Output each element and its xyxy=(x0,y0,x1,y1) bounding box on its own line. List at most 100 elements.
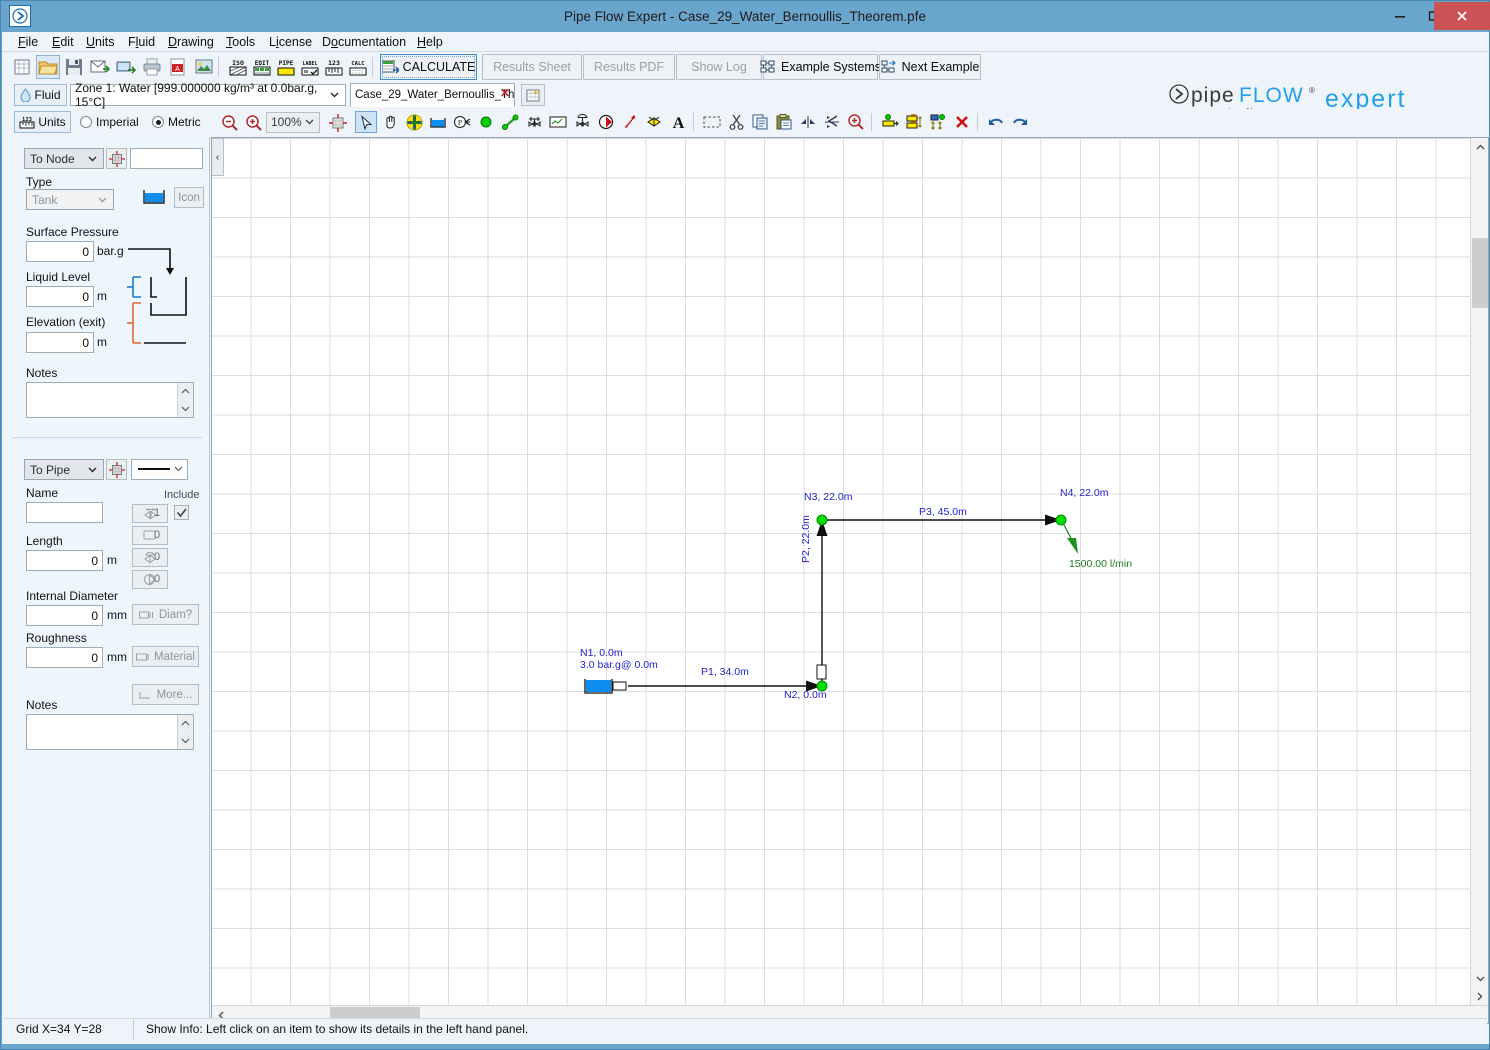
component-tool-icon[interactable] xyxy=(547,111,569,133)
zoom-out-icon[interactable] xyxy=(218,111,242,135)
save-icon[interactable] xyxy=(62,55,86,79)
paste-icon[interactable] xyxy=(773,111,795,133)
close-button[interactable] xyxy=(1434,2,1490,30)
align-vertical-icon[interactable] xyxy=(927,111,949,133)
pipe-target-icon[interactable] xyxy=(106,459,127,480)
undo-icon[interactable] xyxy=(985,111,1007,133)
pdf-icon[interactable]: A xyxy=(166,55,190,79)
iso-icon[interactable]: ISO xyxy=(226,55,250,79)
text-tool-icon[interactable]: A xyxy=(667,111,689,133)
menu-drawing[interactable]: Drawing xyxy=(160,32,222,52)
flip-horizontal-icon[interactable] xyxy=(821,111,843,133)
valve-count-button[interactable] xyxy=(132,548,168,567)
node-selector-combo[interactable]: To Node xyxy=(24,148,104,169)
scroll-down-icon[interactable] xyxy=(1471,969,1489,987)
menu-units[interactable]: Units xyxy=(78,32,122,52)
flip-vertical-icon[interactable] xyxy=(797,111,819,133)
more-button[interactable]: More... xyxy=(132,684,199,705)
valve-tool-icon[interactable] xyxy=(523,111,545,133)
node-notes-input[interactable] xyxy=(26,382,194,418)
pipe-name-input[interactable] xyxy=(26,502,103,523)
edit-icon[interactable]: EDIT xyxy=(250,55,274,79)
surface-pressure-input[interactable]: 0 xyxy=(26,241,94,262)
pipe-notes-spinner[interactable] xyxy=(177,715,193,749)
include-checkbox[interactable] xyxy=(174,505,189,520)
menu-documentation[interactable]: Documentation xyxy=(314,32,414,52)
example-systems-button[interactable]: Example Systems xyxy=(760,54,881,80)
redo-icon[interactable] xyxy=(1009,111,1031,133)
fit-to-grid-icon[interactable] xyxy=(326,111,350,135)
internal-diameter-input[interactable]: 0 xyxy=(26,605,103,626)
component-count-button[interactable] xyxy=(132,526,168,545)
align-node-icon[interactable] xyxy=(879,111,901,133)
pipe-tool-icon[interactable] xyxy=(499,111,521,133)
document-tab[interactable]: Case_29_Water_Bernoullis_Th ✕ xyxy=(350,83,515,107)
vertical-scrollbar[interactable] xyxy=(1470,138,1488,1005)
join-node-tool-icon[interactable] xyxy=(475,111,497,133)
material-button[interactable]: Material xyxy=(132,646,199,667)
metric-radio[interactable]: Metric xyxy=(152,113,201,131)
node-name-input[interactable] xyxy=(130,148,203,169)
scroll-up-icon[interactable] xyxy=(1471,138,1489,156)
node-target-icon[interactable] xyxy=(106,148,127,169)
pump-count-button[interactable] xyxy=(132,570,168,589)
numbers-123-icon[interactable]: 123 xyxy=(322,55,346,79)
units-button[interactable]: 123 Units xyxy=(14,111,71,133)
pipe-linestyle-combo[interactable] xyxy=(131,459,188,480)
control-valve-tool-icon[interactable] xyxy=(571,111,593,133)
pointer-tool-icon[interactable] xyxy=(355,111,377,133)
menu-edit[interactable]: Edit xyxy=(44,32,82,52)
fitting-count-button[interactable] xyxy=(132,504,168,523)
select-rect-icon[interactable] xyxy=(701,111,723,133)
menu-license[interactable]: License xyxy=(261,32,320,52)
liquid-level-input[interactable]: 0 xyxy=(26,286,94,307)
roughness-input[interactable]: 0 xyxy=(26,647,103,668)
menu-file[interactable]: File xyxy=(10,32,46,52)
label-icon[interactable]: LABEL xyxy=(298,55,322,79)
email-icon[interactable] xyxy=(88,55,112,79)
show-log-button[interactable]: Show Log xyxy=(676,54,762,80)
imperial-radio[interactable]: Imperial xyxy=(80,113,139,131)
diam-button[interactable]: Diam? xyxy=(132,604,199,625)
length-input[interactable]: 0 xyxy=(26,550,103,571)
calculate-button[interactable]: CALCULATE xyxy=(380,54,477,80)
vertical-scroll-thumb[interactable] xyxy=(1472,238,1488,308)
flow-demand-tool-icon[interactable] xyxy=(619,111,641,133)
delete-icon[interactable] xyxy=(951,111,973,133)
copy-icon[interactable] xyxy=(749,111,771,133)
tank-tool-icon[interactable] xyxy=(427,111,449,133)
move-node-tool-icon[interactable] xyxy=(403,111,425,133)
next-example-button[interactable]: Next Example xyxy=(879,54,981,80)
pipe-icon[interactable]: PIPE xyxy=(274,55,298,79)
fluid-button[interactable]: Fluid xyxy=(14,84,67,106)
menu-fluid[interactable]: Fluid xyxy=(120,32,163,52)
align-horizontal-icon[interactable] xyxy=(903,111,925,133)
spin-down-icon[interactable] xyxy=(178,400,193,417)
image-icon[interactable] xyxy=(192,55,216,79)
spin-down-icon[interactable] xyxy=(178,732,193,749)
pressure-node-tool-icon[interactable]: P xyxy=(451,111,473,133)
node-notes-spinner[interactable] xyxy=(177,383,193,417)
results-pdf-button[interactable]: Results PDF xyxy=(583,54,675,80)
drawing-canvas[interactable]: ‹ N1, 0.0m 3.0 bar.g@ 0.0m N2, 0.0m N3, … xyxy=(212,138,1470,1005)
export-icon[interactable] xyxy=(114,55,138,79)
spin-up-icon[interactable] xyxy=(178,383,193,400)
zoom-in-icon[interactable] xyxy=(242,111,266,135)
zoom-region-icon[interactable] xyxy=(845,111,867,133)
new-document-tab-button[interactable] xyxy=(521,84,545,106)
panel-collapse-handle[interactable]: ‹ xyxy=(212,138,224,176)
print-icon[interactable] xyxy=(140,55,164,79)
new-sheet-icon[interactable] xyxy=(10,55,34,79)
fitting-tool-icon[interactable] xyxy=(643,111,665,133)
fluid-zone-combo[interactable]: Zone 1: Water [999.000000 kg/m³ at 0.0ba… xyxy=(70,81,346,109)
tab-close-icon[interactable]: ✕ xyxy=(500,86,510,100)
minimize-button[interactable] xyxy=(1383,2,1417,29)
pump-tool-icon[interactable] xyxy=(595,111,617,133)
results-sheet-button[interactable]: Results Sheet xyxy=(482,54,582,80)
pan-hand-tool-icon[interactable] xyxy=(379,111,401,133)
pipe-notes-input[interactable] xyxy=(26,714,194,750)
zoom-level-combo[interactable]: 100% xyxy=(266,112,320,133)
menu-tools[interactable]: Tools xyxy=(218,32,263,52)
scroll-right-corner-icon[interactable] xyxy=(1471,987,1489,1005)
pipe-selector-combo[interactable]: To Pipe xyxy=(24,459,104,480)
